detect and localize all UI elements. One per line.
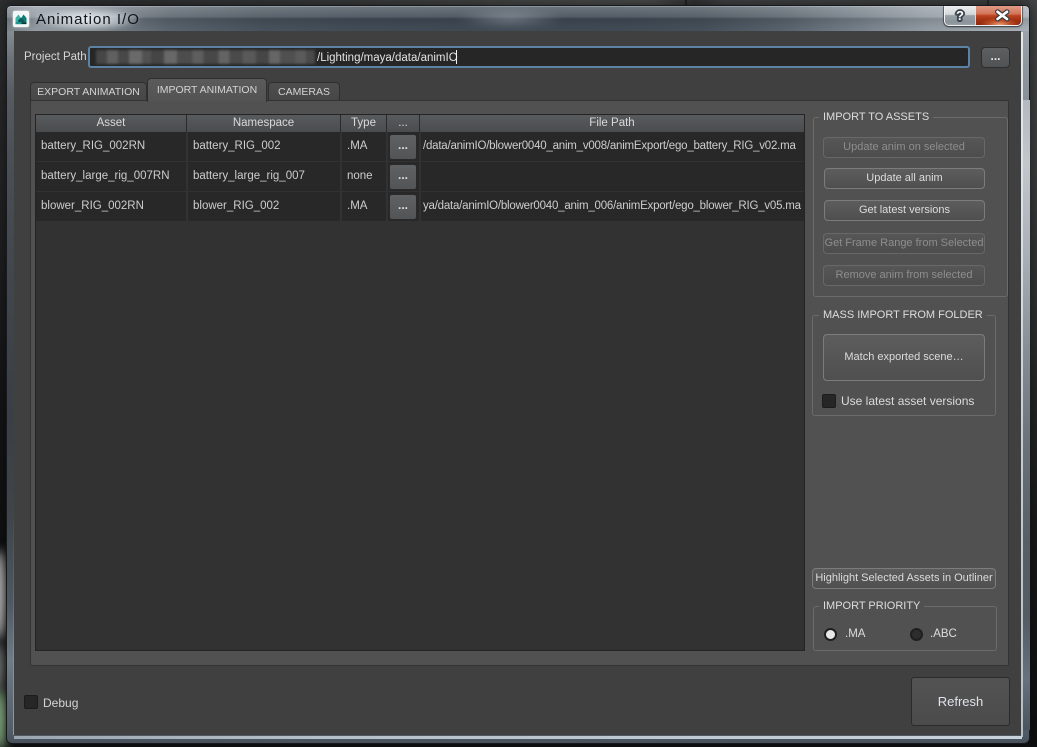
svg-text:?: ?: [956, 8, 964, 23]
